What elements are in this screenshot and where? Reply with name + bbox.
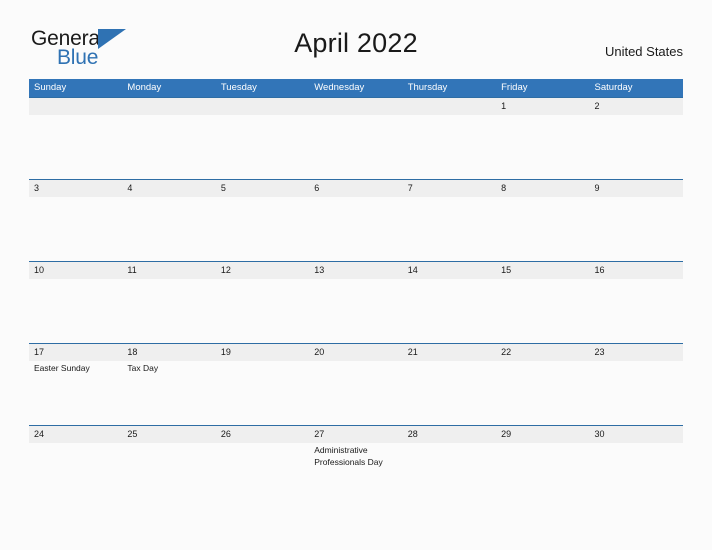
day-event-cell[interactable]	[496, 197, 589, 261]
day-event-cell[interactable]	[29, 279, 122, 343]
week-event-cells: Easter Sunday Tax Day	[29, 361, 683, 425]
calendar-week-row: 17 18 19 20 21 22 23 Easter Sunday Tax D…	[29, 343, 683, 425]
calendar-grid: Sunday Monday Tuesday Wednesday Thursday…	[29, 79, 683, 507]
calendar-region-label: United States	[604, 44, 683, 59]
day-event-cell[interactable]	[590, 443, 683, 507]
day-event-cell[interactable]	[122, 197, 215, 261]
day-event-cell[interactable]: Tax Day	[122, 361, 215, 425]
day-event-cell[interactable]: Administrative Professionals Day	[309, 443, 402, 507]
day-event-cell[interactable]	[403, 197, 496, 261]
date-number[interactable]	[122, 98, 215, 115]
date-number[interactable]	[309, 98, 402, 115]
date-number[interactable]: 23	[590, 344, 683, 361]
day-of-week-thursday: Thursday	[407, 82, 448, 93]
date-number[interactable]: 21	[403, 344, 496, 361]
day-event-cell[interactable]	[496, 115, 589, 179]
week-event-cells	[29, 279, 683, 343]
day-event-cell[interactable]	[496, 443, 589, 507]
date-number[interactable]: 22	[496, 344, 589, 361]
date-number[interactable]	[403, 98, 496, 115]
day-of-week-saturday: Saturday	[594, 82, 633, 93]
date-number[interactable]: 19	[216, 344, 309, 361]
date-number[interactable]: 30	[590, 426, 683, 443]
day-event-cell[interactable]	[403, 115, 496, 179]
day-event-cell[interactable]	[29, 115, 122, 179]
date-number[interactable]: 16	[590, 262, 683, 279]
day-event-cell[interactable]	[216, 279, 309, 343]
day-event-cell[interactable]	[590, 279, 683, 343]
date-number[interactable]: 6	[309, 180, 402, 197]
date-number[interactable]: 9	[590, 180, 683, 197]
date-number[interactable]: 7	[403, 180, 496, 197]
day-event-cell[interactable]	[496, 279, 589, 343]
date-number[interactable]: 20	[309, 344, 402, 361]
day-event-cell[interactable]	[216, 361, 309, 425]
date-number[interactable]: 29	[496, 426, 589, 443]
date-number[interactable]: 4	[122, 180, 215, 197]
day-of-week-tuesday: Tuesday	[220, 82, 257, 93]
day-event-cell[interactable]	[122, 279, 215, 343]
day-of-week-sunday: Sunday	[34, 82, 67, 93]
day-event-cell[interactable]	[590, 361, 683, 425]
date-number[interactable]: 27	[309, 426, 402, 443]
week-date-numbers: 10 11 12 13 14 15 16	[29, 262, 683, 279]
calendar-week-row: 3 4 5 6 7 8 9	[29, 179, 683, 261]
day-event-cell[interactable]	[122, 443, 215, 507]
day-event-cell[interactable]	[309, 197, 402, 261]
date-number[interactable]: 2	[590, 98, 683, 115]
day-event-cell[interactable]	[496, 361, 589, 425]
week-event-cells	[29, 115, 683, 179]
day-event-cell[interactable]	[590, 197, 683, 261]
date-number[interactable]: 25	[122, 426, 215, 443]
day-event-cell[interactable]	[403, 443, 496, 507]
date-number[interactable]	[29, 98, 122, 115]
date-number[interactable]	[216, 98, 309, 115]
day-event-cell[interactable]	[403, 279, 496, 343]
date-number[interactable]: 10	[29, 262, 122, 279]
day-event-cell[interactable]	[122, 115, 215, 179]
week-date-numbers: 1 2	[29, 98, 683, 115]
day-event-cell[interactable]	[590, 115, 683, 179]
day-of-week-wednesday: Wednesday	[314, 82, 365, 93]
date-number[interactable]: 13	[309, 262, 402, 279]
day-event-cell[interactable]	[216, 197, 309, 261]
calendar-week-row: 10 11 12 13 14 15 16	[29, 261, 683, 343]
date-number[interactable]: 26	[216, 426, 309, 443]
date-number[interactable]: 24	[29, 426, 122, 443]
day-of-week-monday: Monday	[127, 82, 162, 93]
day-event-cell[interactable]	[309, 361, 402, 425]
day-event-cell[interactable]	[29, 197, 122, 261]
week-date-numbers: 17 18 19 20 21 22 23	[29, 344, 683, 361]
page-header: General Blue April 2022 United States	[0, 0, 712, 68]
calendar-week-row: 1 2	[29, 97, 683, 179]
week-event-cells: Administrative Professionals Day	[29, 443, 683, 507]
week-event-cells	[29, 197, 683, 261]
date-number[interactable]: 15	[496, 262, 589, 279]
date-number[interactable]: 3	[29, 180, 122, 197]
day-of-week-friday: Friday	[501, 82, 528, 93]
calendar-page: General Blue April 2022 United States Su…	[0, 0, 712, 550]
date-number[interactable]: 18	[122, 344, 215, 361]
week-date-numbers: 24 25 26 27 28 29 30	[29, 426, 683, 443]
date-number[interactable]: 8	[496, 180, 589, 197]
day-event-cell[interactable]: Easter Sunday	[29, 361, 122, 425]
day-event-cell[interactable]	[216, 443, 309, 507]
date-number[interactable]: 14	[403, 262, 496, 279]
date-number[interactable]: 12	[216, 262, 309, 279]
date-number[interactable]: 1	[496, 98, 589, 115]
day-event-cell[interactable]	[29, 443, 122, 507]
date-number[interactable]: 28	[403, 426, 496, 443]
day-event-cell[interactable]	[216, 115, 309, 179]
date-number[interactable]: 5	[216, 180, 309, 197]
day-event-cell[interactable]	[309, 115, 402, 179]
day-event-cell[interactable]	[309, 279, 402, 343]
date-number[interactable]: 17	[29, 344, 122, 361]
calendar-week-row: 24 25 26 27 28 29 30 Administrative Prof…	[29, 425, 683, 507]
date-number[interactable]: 11	[122, 262, 215, 279]
day-event-cell[interactable]	[403, 361, 496, 425]
day-of-week-header-row: Sunday Monday Tuesday Wednesday Thursday…	[29, 79, 683, 97]
week-date-numbers: 3 4 5 6 7 8 9	[29, 180, 683, 197]
